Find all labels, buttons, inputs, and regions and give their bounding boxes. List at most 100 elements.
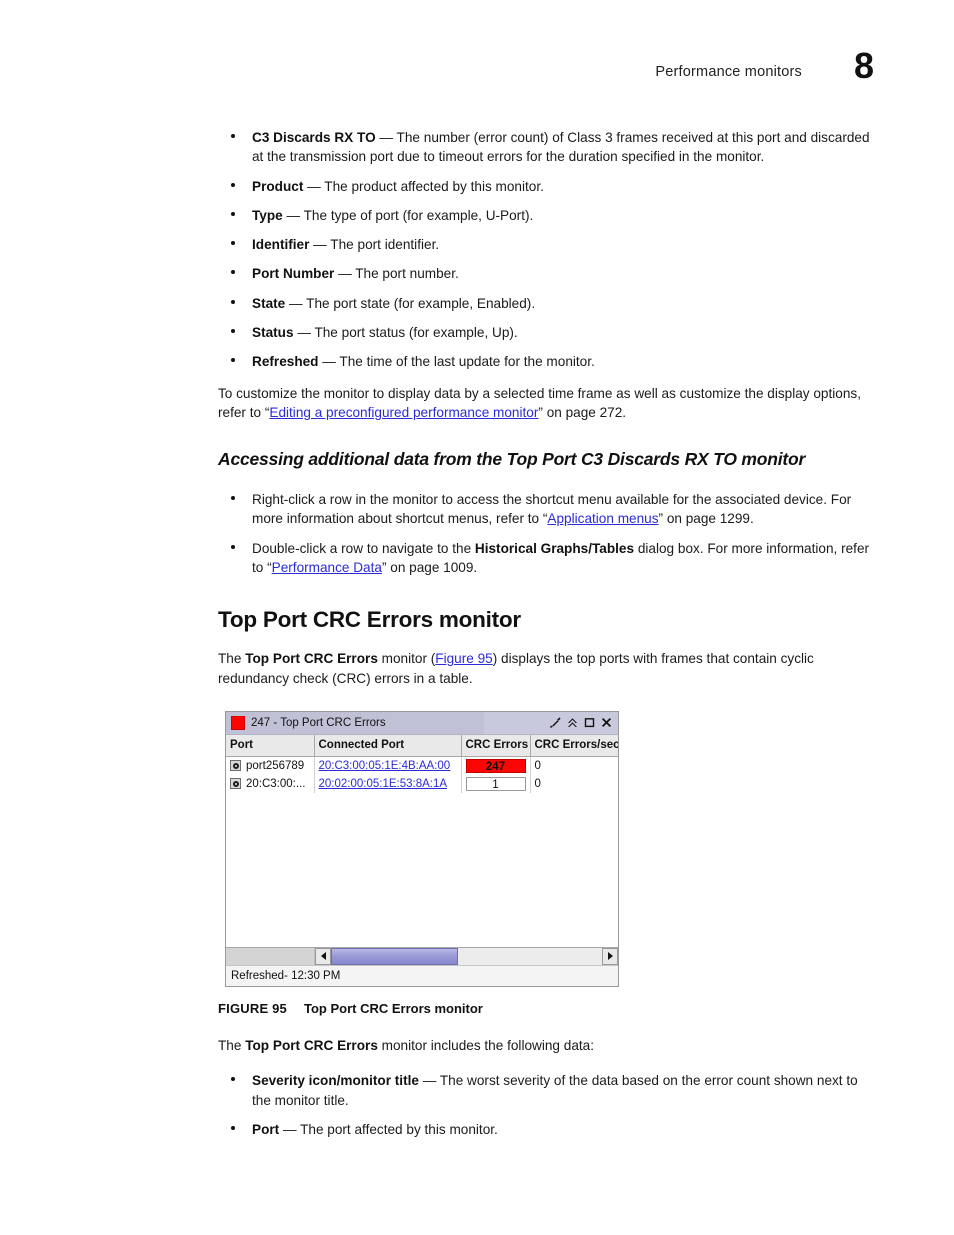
bullet-dot-icon: [231, 358, 235, 363]
customize-paragraph: To customize the monitor to display data…: [218, 384, 870, 423]
paragraph-text: monitor (: [377, 651, 436, 667]
port-label: 20:C3:00:...: [246, 777, 306, 790]
connected-port-link[interactable]: 20:02:00:05:1E:53:8A:1A: [319, 778, 448, 790]
link-editing-preconfigured-monitor[interactable]: Editing a preconfigured performance moni…: [269, 405, 538, 420]
window-statusbar: Refreshed- 12:30 PM: [226, 964, 618, 986]
link-figure-95[interactable]: Figure 95: [435, 651, 492, 666]
arrow-right-icon: [607, 952, 613, 961]
column-header-crc-errors-sec[interactable]: CRC Errors/sec: [530, 734, 618, 757]
scroll-left-button[interactable]: [315, 947, 331, 965]
list-item: Severity icon/monitor title — The worst …: [218, 1071, 870, 1110]
severity-indicator-icon: [231, 715, 245, 730]
term: Identifier: [252, 237, 310, 253]
intro-paragraph: The Top Port CRC Errors monitor (Figure …: [218, 649, 870, 688]
header-chapter-title: Performance monitors: [655, 64, 802, 80]
term: Status: [252, 325, 294, 341]
list-item: Status — The port status (for example, U…: [218, 323, 870, 342]
paragraph-text: The: [218, 1037, 246, 1053]
bullet-dot-icon: [231, 211, 235, 216]
cell-crc-errors-sec: 0: [530, 756, 618, 775]
scrollbar-remainder[interactable]: [458, 947, 602, 965]
list-item: Refreshed — The time of the last update …: [218, 352, 870, 371]
list-item: Product — The product affected by this m…: [218, 177, 870, 196]
emphasis-text: Historical Graphs/Tables: [474, 540, 635, 556]
crc-errors-value: 247: [465, 758, 526, 773]
bullet-list-crc-fields: Severity icon/monitor title — The worst …: [218, 1071, 870, 1139]
term: Severity icon/monitor title: [252, 1073, 419, 1089]
scrollbar-thumb[interactable]: [331, 947, 458, 965]
crc-errors-table: Port Connected Port CRC Errors CRC Error…: [226, 734, 618, 793]
table-header-row: Port Connected Port CRC Errors CRC Error…: [226, 734, 618, 757]
scrollbar-track[interactable]: [315, 947, 618, 965]
monitor-table-area: Port Connected Port CRC Errors CRC Error…: [226, 734, 618, 947]
wrench-icon[interactable]: [549, 716, 562, 729]
link-performance-data[interactable]: Performance Data: [272, 560, 382, 575]
scroll-right-button[interactable]: [602, 947, 618, 965]
crc-errors-value: 1: [465, 776, 526, 791]
bullet-text: ” on page 1299.: [658, 511, 754, 527]
term: State: [252, 295, 286, 311]
list-item: State — The port state (for example, Ena…: [218, 294, 870, 313]
bullet-dot-icon: [231, 1077, 235, 1082]
collapse-icon[interactable]: [566, 716, 579, 729]
connected-port-link[interactable]: 20:C3:00:05:1E:4B:AA:00: [319, 760, 451, 772]
definition: — The port status (for example, Up).: [293, 325, 518, 341]
document-page: Performance monitors 8 C3 Discards RX TO…: [0, 0, 954, 1235]
definition: — The type of port (for example, U-Port)…: [282, 207, 534, 223]
page-content: C3 Discards RX TO — The number (error co…: [218, 128, 870, 1139]
definition: — The port identifier.: [309, 237, 440, 253]
cell-port: 20:C3:00:...: [226, 774, 315, 793]
figure-number: FIGURE 95: [218, 1000, 287, 1016]
definition: — The product affected by this monitor.: [303, 178, 544, 194]
cell-crc-errors-sec: 0: [530, 774, 618, 793]
list-item: Right-click a row in the monitor to acce…: [218, 490, 870, 529]
bullet-text: Double-click a row to navigate to the: [252, 540, 475, 556]
column-header-crc-errors[interactable]: CRC Errors: [461, 734, 531, 757]
bullet-text: ” on page 1009.: [381, 559, 478, 575]
list-item: Type — The type of port (for example, U-…: [218, 206, 870, 225]
port-icon: [230, 760, 241, 772]
bullet-dot-icon: [231, 329, 235, 334]
top-port-crc-errors-window: 247 - Top Port CRC Errors Port Connected…: [225, 710, 619, 987]
term: Port Number: [252, 266, 335, 282]
term: C3 Discards RX TO: [252, 130, 376, 145]
close-icon[interactable]: [600, 716, 613, 729]
table-row[interactable]: port256789 20:C3:00:05:1E:4B:AA:00 247 0: [226, 756, 618, 775]
term: Refreshed: [252, 354, 319, 370]
horizontal-scrollbar[interactable]: [226, 946, 618, 965]
window-controls: [549, 712, 613, 734]
list-item: Double-click a row to navigate to the Hi…: [218, 539, 870, 578]
column-header-port[interactable]: Port: [226, 734, 315, 757]
list-item: Port Number — The port number.: [218, 264, 870, 283]
bullet-dot-icon: [231, 496, 235, 501]
port-label: port256789: [246, 759, 305, 772]
list-item: C3 Discards RX TO — The number (error co…: [218, 128, 870, 167]
subsection-heading: Accessing additional data from the Top P…: [218, 449, 806, 470]
includes-paragraph: The Top Port CRC Errors monitor includes…: [218, 1036, 870, 1056]
bullet-dot-icon: [231, 544, 235, 549]
figure-caption: FIGURE 95 Top Port CRC Errors monitor: [218, 1001, 621, 1016]
cell-port: port256789: [226, 756, 315, 775]
maximize-icon[interactable]: [583, 716, 596, 729]
paragraph-text: ” on page 272.: [538, 405, 627, 421]
link-application-menus[interactable]: Application menus: [547, 511, 658, 526]
table-row[interactable]: 20:C3:00:... 20:02:00:05:1E:53:8A:1A 1 0: [226, 774, 618, 793]
list-item: Identifier — The port identifier.: [218, 235, 870, 254]
bullet-dot-icon: [231, 299, 235, 304]
term: Product: [252, 178, 304, 194]
cell-connected-port: 20:C3:00:05:1E:4B:AA:00: [314, 756, 462, 775]
emphasis-text: Top Port CRC Errors: [245, 651, 378, 667]
page-number: 8: [853, 45, 874, 86]
window-titlebar: 247 - Top Port CRC Errors: [226, 711, 618, 735]
term: Type: [252, 207, 283, 223]
page-header: Performance monitors 8: [218, 48, 894, 100]
definition: — The port number.: [334, 266, 459, 282]
refreshed-status: Refreshed- 12:30 PM: [231, 969, 341, 982]
column-header-connected-port[interactable]: Connected Port: [314, 734, 462, 757]
definition: — The port state (for example, Enabled).: [285, 295, 536, 311]
window-title: 247 - Top Port CRC Errors: [251, 716, 386, 729]
definition: — The time of the last update for the mo…: [318, 354, 595, 370]
figure-title: Top Port CRC Errors monitor: [304, 1000, 483, 1016]
emphasis-text: Top Port CRC Errors: [245, 1037, 378, 1053]
bullet-dot-icon: [231, 270, 235, 275]
